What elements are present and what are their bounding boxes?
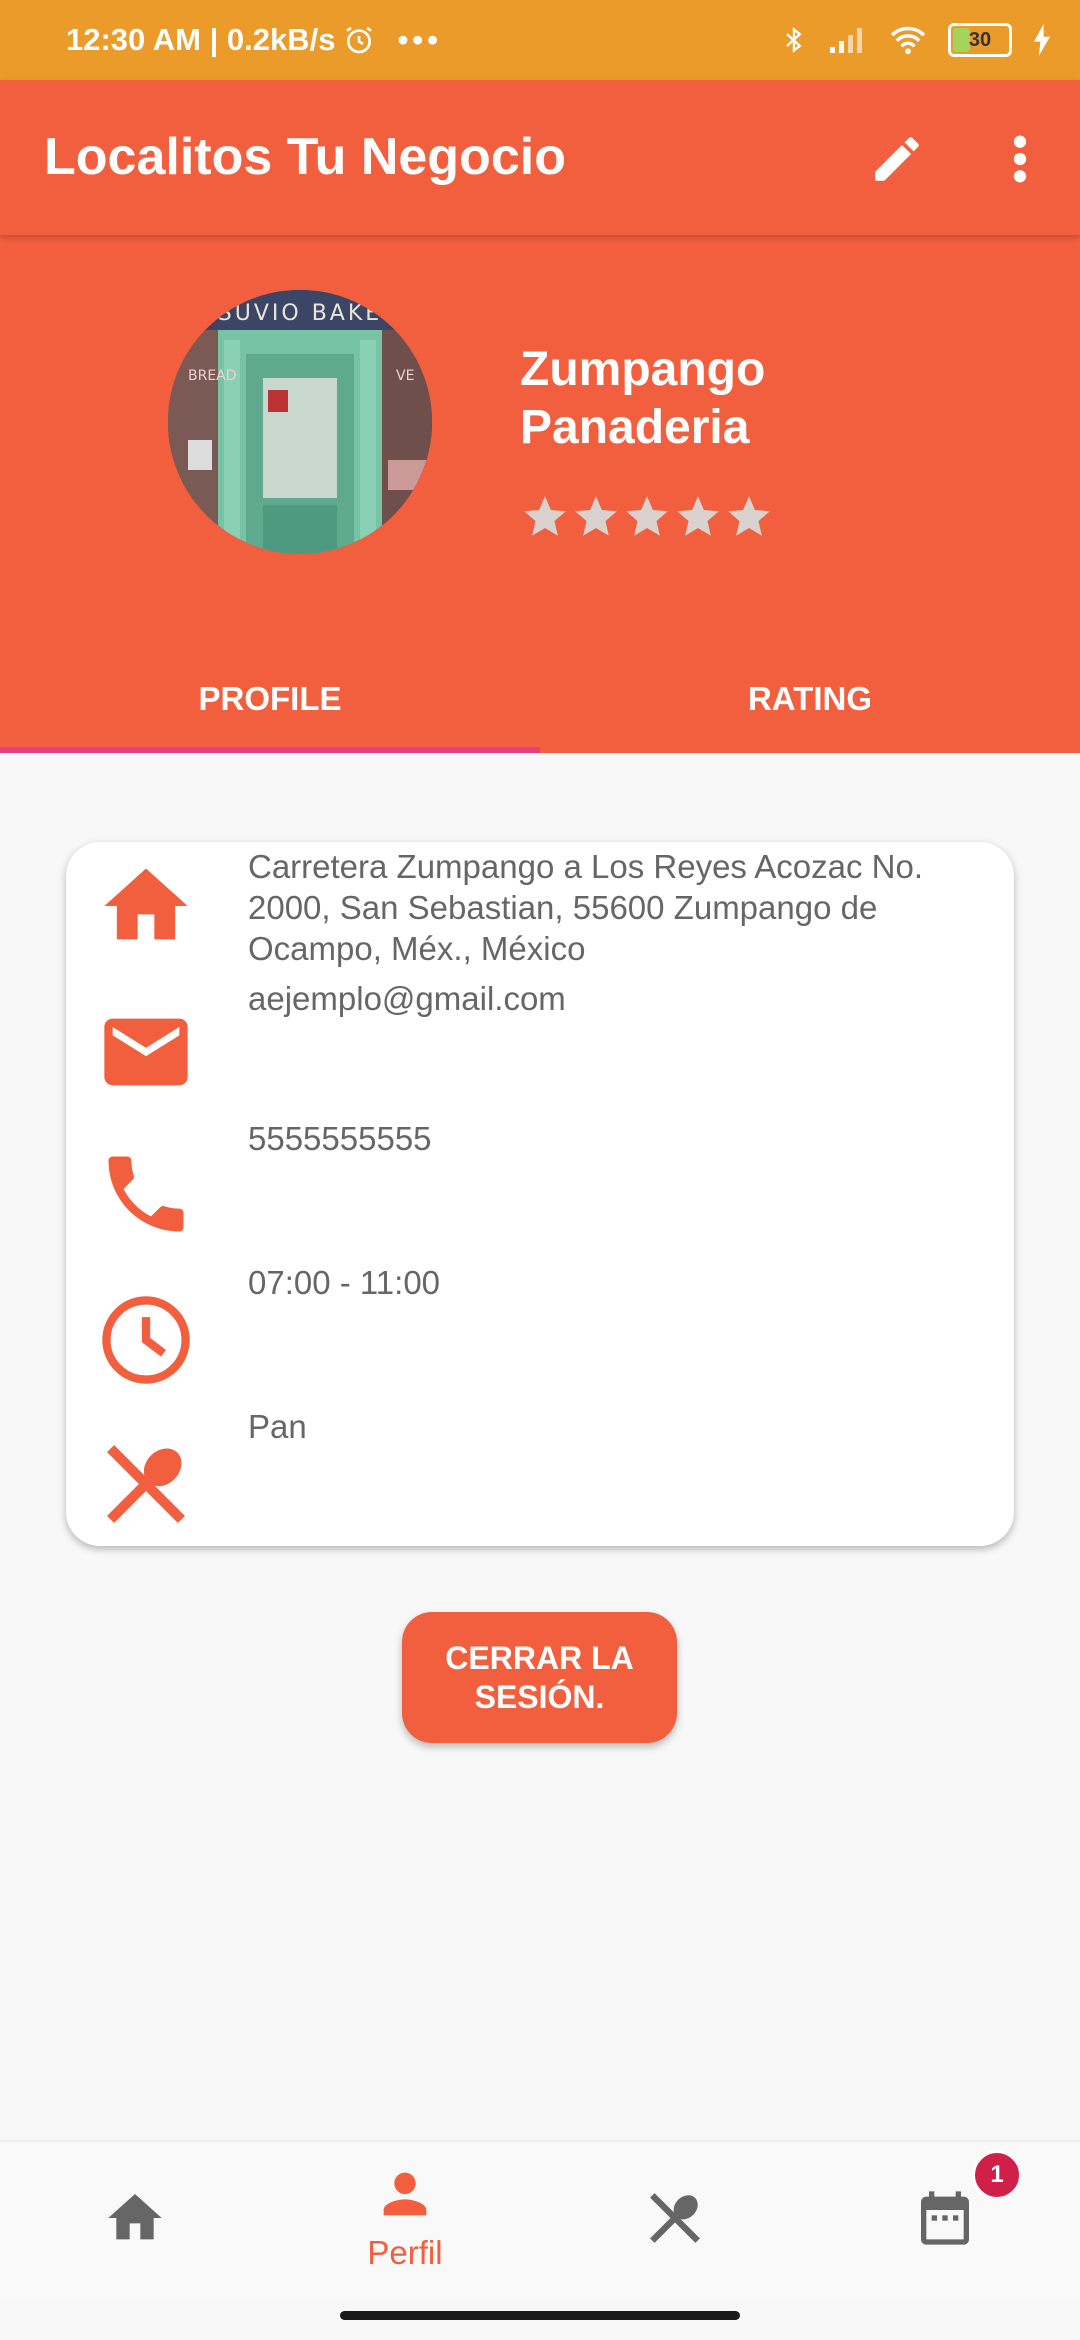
person-icon	[383, 2172, 427, 2216]
business-details-card: Carretera Zumpango a Los Reyes Acozac No…	[66, 842, 1014, 1546]
status-bar: 12:30 AM | 0.2kB/s ••• 30	[0, 0, 1080, 80]
home-icon	[94, 854, 198, 958]
nav-profile[interactable]: Perfil	[270, 2142, 540, 2298]
star-icon	[524, 496, 566, 536]
nav-calendar[interactable]: 1	[810, 2142, 1080, 2298]
nav-profile-label: Perfil	[367, 2234, 443, 2271]
home-indicator[interactable]	[340, 2311, 740, 2320]
address-text: Carretera Zumpango a Los Reyes Acozac No…	[248, 848, 924, 967]
hours-text: 07:00 - 11:00	[248, 1264, 441, 1301]
utensils-icon	[650, 2193, 700, 2243]
business-photo: SUVIO BAKE BREAD VE	[168, 290, 432, 554]
mail-icon	[94, 1000, 198, 1104]
tab-bar: PROFILE RATING	[0, 645, 1080, 753]
star-icon	[728, 496, 770, 536]
svg-text:BREAD: BREAD	[188, 368, 237, 384]
nav-home[interactable]	[0, 2142, 270, 2298]
wifi-icon	[890, 26, 926, 55]
home-icon	[108, 2194, 162, 2240]
star-icon	[575, 496, 617, 536]
category-text: Pan	[248, 1408, 307, 1445]
svg-text:SUVIO BAKE: SUVIO BAKE	[218, 301, 382, 326]
more-notifications-icon: •••	[397, 22, 442, 57]
edit-button[interactable]	[862, 124, 932, 194]
svg-text:VE: VE	[396, 368, 414, 384]
star-icon	[626, 496, 668, 536]
more-vert-icon	[1013, 135, 1027, 183]
logout-button[interactable]: CERRAR LA SESIÓN.	[402, 1612, 677, 1743]
email-text: aejemplo@gmail.com	[248, 980, 566, 1017]
tab-rating[interactable]: RATING	[540, 645, 1080, 753]
bottom-navigation: Perfil 1	[0, 2140, 1080, 2298]
overflow-menu-button[interactable]	[990, 124, 1050, 194]
pencil-icon	[875, 137, 919, 181]
charging-icon	[1034, 24, 1050, 56]
business-name: Zumpango Panaderia	[520, 343, 766, 454]
signal-icon	[830, 28, 862, 53]
app-bar: Localitos Tu Negocio	[0, 80, 1080, 235]
phone-icon	[94, 1142, 198, 1246]
profile-header: SUVIO BAKE BREAD VE Zumpango Panaderia P…	[0, 235, 1080, 753]
rating-stars	[520, 492, 774, 542]
star-icon	[677, 496, 719, 536]
alarm-icon	[346, 26, 373, 54]
calendar-icon	[921, 2191, 969, 2245]
bluetooth-icon	[786, 27, 802, 53]
battery-indicator: 30	[948, 23, 1012, 57]
app-title: Localitos Tu Negocio	[44, 128, 566, 186]
tab-profile[interactable]: PROFILE	[0, 645, 540, 753]
nav-menu[interactable]	[540, 2142, 810, 2298]
phone-text: 5555555555	[248, 1120, 432, 1157]
utensils-icon	[94, 1432, 198, 1536]
status-time: 12:30 AM | 0.2kB/s	[66, 22, 336, 57]
notification-badge: 1	[972, 2150, 1022, 2200]
clock-icon	[94, 1288, 198, 1392]
active-tab-indicator	[0, 747, 540, 753]
